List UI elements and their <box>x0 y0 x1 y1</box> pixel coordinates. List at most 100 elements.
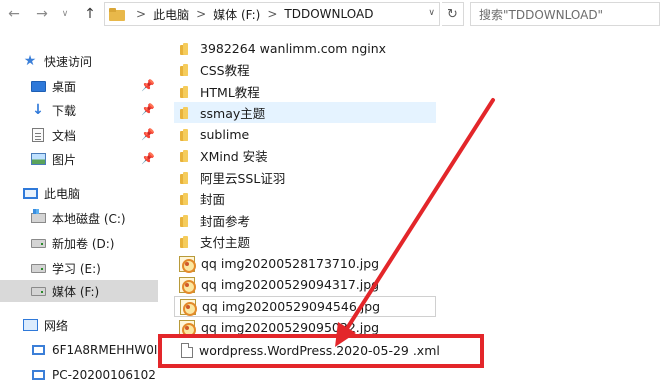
search-input[interactable]: 搜索"TDDOWNLOAD" <box>470 2 660 26</box>
sidebar-item-label: 图片 <box>52 152 77 167</box>
network-icon <box>22 319 38 331</box>
breadcrumb-separator-icon: > <box>136 7 147 21</box>
list-item[interactable]: qq img20200529094546.jpg <box>174 296 436 317</box>
drive-icon <box>30 209 46 223</box>
folder-icon <box>180 106 194 119</box>
breadcrumb-this-pc[interactable]: 此电脑 <box>153 6 189 23</box>
network-computer-icon <box>31 370 45 380</box>
recent-locations-chevron-icon[interactable]: ∨ <box>58 4 72 24</box>
sidebar-item-label: 媒体 (F:) <box>52 284 100 299</box>
refresh-icon[interactable]: ↻ <box>442 2 464 26</box>
pin-icon[interactable]: 📌 <box>141 128 155 141</box>
list-item[interactable]: qq img20200528173710.jpg <box>174 253 414 274</box>
image-file-icon <box>180 298 197 316</box>
file-name: qq img20200528173710.jpg <box>201 256 380 271</box>
highlight-box <box>158 334 484 368</box>
list-item[interactable]: 阿里云SSL证羽 <box>174 167 414 188</box>
file-name: ssmay主题 <box>200 106 266 121</box>
sidebar-item-desktop[interactable]: 桌面 📌 <box>0 75 158 97</box>
pin-icon[interactable]: 📌 <box>141 79 155 92</box>
navigation-pane: ★ 快速访问 桌面 📌 ↓ 下载 📌 文档 📌 图片 📌 此电脑 本地磁盘 (C… <box>0 40 160 388</box>
file-name: 3982264 wanlimm.com nginx <box>200 41 387 56</box>
image-file-icon <box>179 276 196 294</box>
address-dropdown-icon[interactable]: ∨ <box>428 8 435 18</box>
back-arrow-icon[interactable]: ← <box>4 4 24 24</box>
folder-icon <box>180 214 194 227</box>
list-item[interactable]: 封面参考 <box>174 210 414 231</box>
sidebar-item-drive-d[interactable]: 新加卷 (D:) <box>0 232 158 254</box>
sidebar-item-label: 新加卷 (D:) <box>52 236 115 251</box>
file-name: 封面参考 <box>200 214 251 229</box>
network-computer-icon <box>31 345 45 355</box>
file-name: 封面 <box>200 192 226 207</box>
picture-icon <box>30 153 46 165</box>
pin-icon[interactable]: 📌 <box>141 103 155 116</box>
sidebar-item-documents[interactable]: 文档 📌 <box>0 124 158 146</box>
desktop-icon <box>30 80 46 92</box>
image-file-icon <box>179 255 196 273</box>
sidebar-item-label: 网络 <box>44 318 69 333</box>
breadcrumb-media-drive[interactable]: 媒体 (F:) <box>213 6 260 23</box>
file-name: XMind 安装 <box>200 149 268 164</box>
sidebar-item-label: 下载 <box>52 103 77 118</box>
sidebar-item-network[interactable]: 网络 <box>0 314 158 336</box>
download-icon: ↓ <box>32 102 44 118</box>
file-name: qq img20200529095032.jpg <box>201 320 380 335</box>
folder-icon <box>180 63 194 76</box>
sidebar-item-network-pc-2[interactable]: PC-20200106102 <box>0 364 158 386</box>
folder-icon <box>180 128 194 141</box>
folder-icon <box>180 149 194 162</box>
list-item[interactable]: 支付主题 <box>174 231 414 252</box>
list-item[interactable]: CSS教程 <box>174 59 414 80</box>
list-item[interactable]: HTML教程 <box>174 81 414 102</box>
sidebar-item-label: 学习 (E:) <box>52 261 101 276</box>
sidebar-item-label: 此电脑 <box>44 186 81 201</box>
sidebar-item-label: 快速访问 <box>44 54 93 69</box>
list-item[interactable]: XMind 安装 <box>174 145 414 166</box>
file-name: 支付主题 <box>200 235 251 250</box>
address-bar[interactable]: > 此电脑 > 媒体 (F:) > TDDOWNLOAD ∨ <box>104 2 440 26</box>
up-arrow-icon[interactable]: ↑ <box>80 4 100 24</box>
breadcrumb-separator-icon: > <box>196 7 207 21</box>
drive-icon <box>30 263 46 273</box>
sidebar-item-pictures[interactable]: 图片 📌 <box>0 148 158 170</box>
sidebar-item-this-pc[interactable]: 此电脑 <box>0 182 158 204</box>
file-name: CSS教程 <box>200 63 250 78</box>
folder-icon <box>180 171 194 184</box>
file-name: qq img20200529094317.jpg <box>201 277 380 292</box>
sidebar-item-drive-c[interactable]: 本地磁盘 (C:) <box>0 207 158 229</box>
list-item[interactable]: 3982264 wanlimm.com nginx <box>174 38 414 59</box>
file-name: qq img20200529094546.jpg <box>202 299 381 314</box>
folder-icon <box>109 7 125 21</box>
breadcrumb-tddownload[interactable]: TDDOWNLOAD <box>284 7 373 21</box>
folder-icon <box>180 85 194 98</box>
sidebar-item-label: PC-20200106102 <box>52 368 156 382</box>
file-name: 阿里云SSL证羽 <box>200 171 286 186</box>
file-name: sublime <box>200 127 250 142</box>
star-icon: ★ <box>23 53 37 69</box>
sidebar-item-drive-f[interactable]: 媒体 (F:) <box>0 280 158 302</box>
sidebar-item-label: 文档 <box>52 128 77 143</box>
breadcrumb-separator-icon: > <box>267 7 278 21</box>
folder-icon <box>180 42 194 55</box>
document-icon <box>32 128 44 142</box>
address-toolbar: ← → ∨ ↑ > 此电脑 > 媒体 (F:) > TDDOWNLOAD ∨ ↻… <box>0 0 660 28</box>
pin-icon[interactable]: 📌 <box>141 152 155 165</box>
list-item[interactable]: sublime <box>174 124 414 145</box>
drive-icon <box>30 286 46 296</box>
list-item[interactable]: 封面 <box>174 188 414 209</box>
sidebar-item-downloads[interactable]: ↓ 下载 📌 <box>0 99 158 121</box>
list-item[interactable]: ssmay主题 <box>174 102 436 123</box>
folder-icon <box>180 192 194 205</box>
sidebar-item-network-pc-1[interactable]: 6F1A8RMEHHW0I <box>0 339 158 361</box>
computer-icon <box>22 187 38 199</box>
drive-icon <box>30 238 46 248</box>
forward-arrow-icon[interactable]: → <box>32 4 52 24</box>
sidebar-item-label: 本地磁盘 (C:) <box>52 211 126 226</box>
sidebar-item-drive-e[interactable]: 学习 (E:) <box>0 257 158 279</box>
file-name: HTML教程 <box>200 85 260 100</box>
sidebar-item-quick-access[interactable]: ★ 快速访问 <box>0 50 158 72</box>
sidebar-item-label: 桌面 <box>52 79 77 94</box>
sidebar-item-label: 6F1A8RMEHHW0I <box>52 343 158 357</box>
list-item[interactable]: qq img20200529094317.jpg <box>174 274 414 295</box>
